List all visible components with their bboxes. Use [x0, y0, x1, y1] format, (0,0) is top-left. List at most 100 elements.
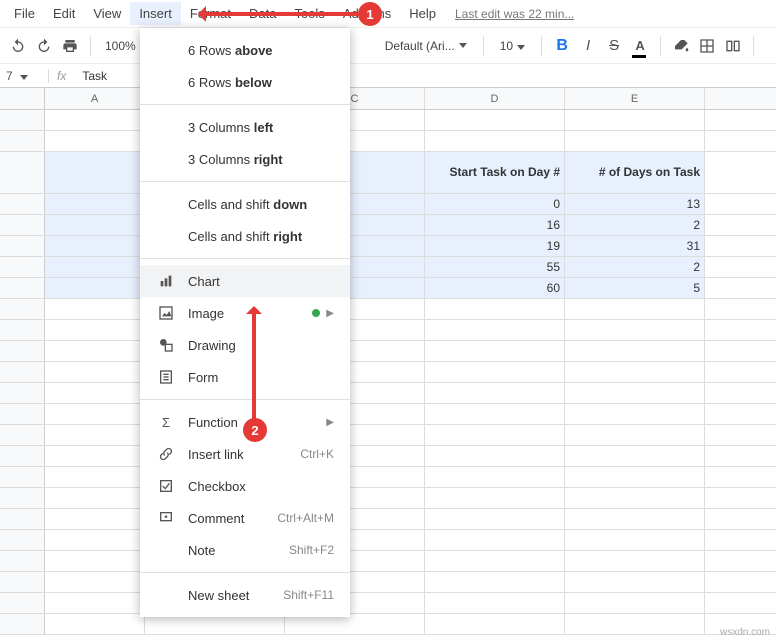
row-header[interactable] [0, 110, 45, 130]
cell[interactable] [45, 236, 145, 256]
bold-button[interactable]: B [552, 36, 572, 56]
cell[interactable] [425, 467, 565, 487]
menu-item-drawing[interactable]: Drawing [140, 329, 350, 361]
cell[interactable]: Start Task on Day # [425, 152, 565, 193]
cell[interactable] [45, 467, 145, 487]
cell[interactable] [565, 404, 705, 424]
cell[interactable]: 19 [425, 236, 565, 256]
menu-item-comment[interactable]: CommentCtrl+Alt+M [140, 502, 350, 534]
row-header[interactable] [0, 383, 45, 403]
menu-help[interactable]: Help [400, 2, 445, 25]
menu-insert[interactable]: Insert [130, 2, 181, 25]
cell[interactable] [425, 131, 565, 151]
cell[interactable] [425, 488, 565, 508]
menu-item-cells-right[interactable]: Cells and shift right [140, 220, 350, 252]
cell[interactable] [425, 362, 565, 382]
row-header[interactable] [0, 509, 45, 529]
cell[interactable]: 5 [565, 278, 705, 298]
cell[interactable] [45, 425, 145, 445]
row-header[interactable] [0, 194, 45, 214]
cell[interactable] [425, 446, 565, 466]
menu-item-cols-left[interactable]: 3 Columns left [140, 111, 350, 143]
cell[interactable] [565, 320, 705, 340]
row-header[interactable] [0, 530, 45, 550]
cell[interactable] [45, 593, 145, 613]
cell[interactable] [45, 299, 145, 319]
row-header[interactable] [0, 551, 45, 571]
menu-item-cells-down[interactable]: Cells and shift down [140, 188, 350, 220]
menu-item-form[interactable]: Form [140, 361, 350, 393]
cell[interactable] [565, 593, 705, 613]
fill-color-button[interactable] [671, 36, 691, 56]
cell[interactable] [45, 362, 145, 382]
cell[interactable] [45, 614, 145, 634]
cell[interactable] [45, 257, 145, 277]
formula-input[interactable]: Task [74, 69, 115, 83]
row-header[interactable] [0, 572, 45, 592]
cell[interactable] [45, 551, 145, 571]
menu-edit[interactable]: Edit [44, 2, 84, 25]
cell[interactable]: 16 [425, 215, 565, 235]
col-header-d[interactable]: D [425, 88, 565, 109]
row-header[interactable] [0, 404, 45, 424]
cell[interactable] [45, 320, 145, 340]
cell[interactable]: 31 [565, 236, 705, 256]
cell[interactable] [425, 320, 565, 340]
row-header[interactable] [0, 614, 45, 634]
menu-item-function[interactable]: ΣFunction▶ [140, 406, 350, 438]
cell[interactable] [45, 404, 145, 424]
row-header[interactable] [0, 278, 45, 298]
cell[interactable] [565, 551, 705, 571]
cell[interactable] [565, 383, 705, 403]
undo-icon[interactable] [8, 36, 28, 56]
cell[interactable] [565, 614, 705, 634]
menu-item-cols-right[interactable]: 3 Columns right [140, 143, 350, 175]
cell[interactable] [565, 110, 705, 130]
row-header[interactable] [0, 131, 45, 151]
menu-item-rows-above[interactable]: 6 Rows above [140, 34, 350, 66]
row-header[interactable] [0, 467, 45, 487]
cell[interactable] [565, 131, 705, 151]
menu-item-note[interactable]: NoteShift+F2 [140, 534, 350, 566]
cell[interactable] [45, 194, 145, 214]
row-header[interactable] [0, 215, 45, 235]
cell[interactable] [45, 215, 145, 235]
redo-icon[interactable] [34, 36, 54, 56]
menu-item-image[interactable]: Image▶ [140, 297, 350, 329]
cell[interactable] [45, 341, 145, 361]
cell[interactable]: 2 [565, 257, 705, 277]
row-header[interactable] [0, 425, 45, 445]
menu-file[interactable]: File [5, 2, 44, 25]
italic-button[interactable]: I [578, 36, 598, 56]
text-color-button[interactable]: A [630, 36, 650, 56]
strikethrough-button[interactable]: S [604, 36, 624, 56]
cell[interactable] [45, 152, 145, 193]
name-box[interactable]: 7 [0, 69, 48, 83]
menu-addons[interactable]: Add-ons [334, 2, 400, 25]
cell[interactable] [565, 488, 705, 508]
cell[interactable] [425, 341, 565, 361]
cell[interactable] [45, 131, 145, 151]
cell[interactable] [425, 614, 565, 634]
cell[interactable] [425, 551, 565, 571]
print-icon[interactable] [60, 36, 80, 56]
last-edit-link[interactable]: Last edit was 22 min... [455, 7, 574, 21]
cell[interactable]: 60 [425, 278, 565, 298]
merge-button[interactable] [723, 36, 743, 56]
row-header[interactable] [0, 257, 45, 277]
row-header[interactable] [0, 593, 45, 613]
cell[interactable] [565, 446, 705, 466]
cell[interactable] [425, 383, 565, 403]
cell[interactable]: 13 [565, 194, 705, 214]
row-header[interactable] [0, 152, 45, 193]
row-header[interactable] [0, 446, 45, 466]
borders-button[interactable] [697, 36, 717, 56]
font-size-select[interactable]: 10 [494, 39, 531, 53]
menu-view[interactable]: View [84, 2, 130, 25]
cell[interactable] [45, 110, 145, 130]
cell[interactable] [45, 446, 145, 466]
row-header[interactable] [0, 341, 45, 361]
cell[interactable] [565, 509, 705, 529]
cell[interactable]: 0 [425, 194, 565, 214]
cell[interactable]: 2 [565, 215, 705, 235]
